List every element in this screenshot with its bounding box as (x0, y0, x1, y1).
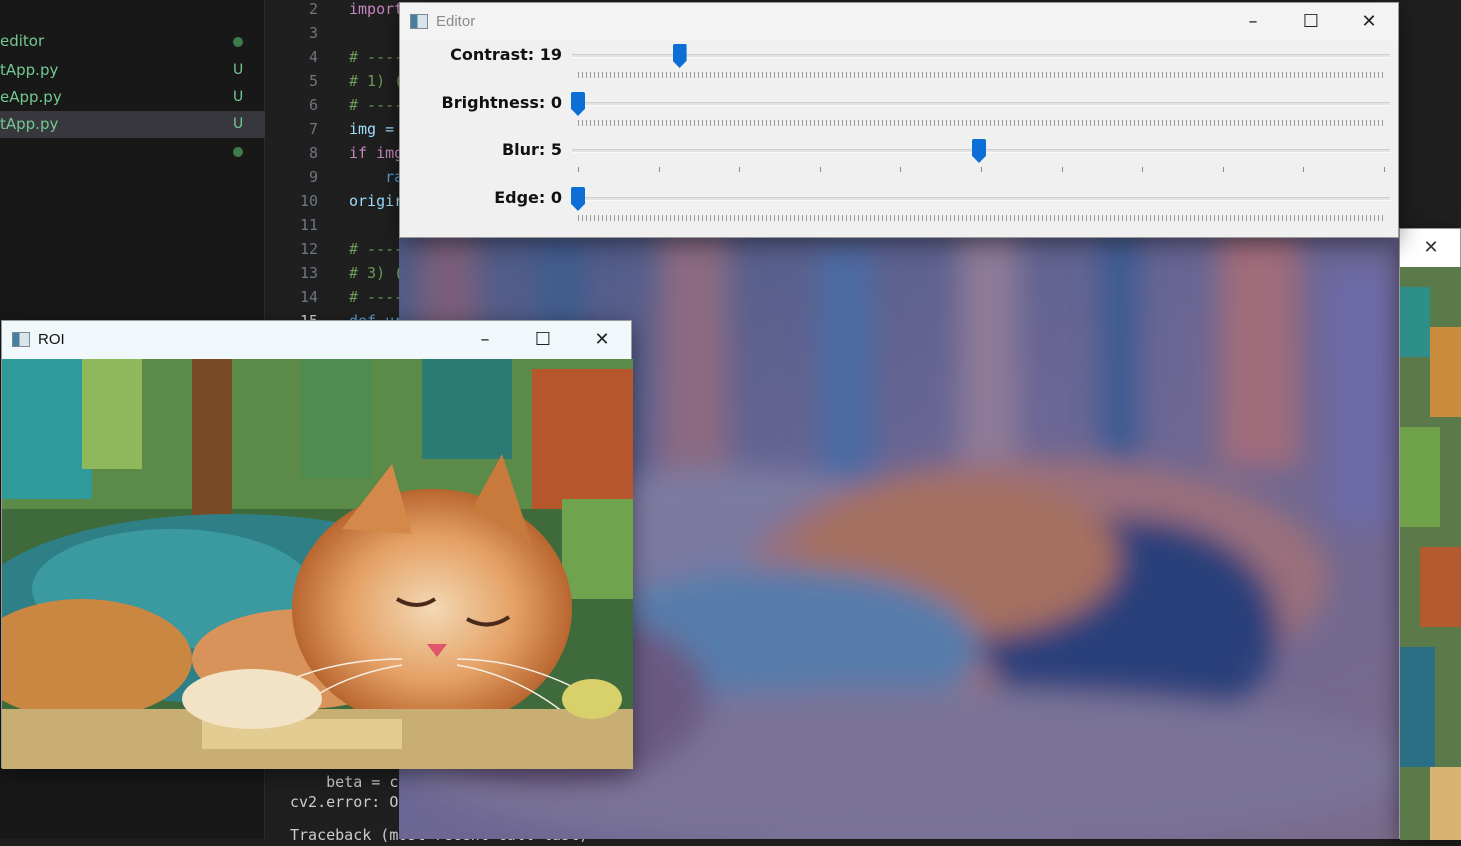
line-number: 13 (299, 264, 318, 282)
line-number: 12 (299, 240, 318, 258)
line-number: 14 (299, 288, 318, 306)
explorer-file-item[interactable]: tApp.py U (0, 57, 265, 84)
minimize-icon: – (480, 329, 490, 350)
minimize-button[interactable]: – (456, 321, 514, 359)
editor-window[interactable]: Editor – ☐ ✕ Contrast: 19 Brightness: 0 Bl… (399, 2, 1399, 238)
trackbar-thumb[interactable] (571, 92, 585, 116)
maximize-button[interactable]: ☐ (514, 321, 572, 359)
title-bar[interactable]: Editor – ☐ ✕ (400, 3, 1398, 41)
tick-mark (1384, 167, 1385, 172)
git-status-badge: U (233, 116, 244, 132)
code-line[interactable]: # ---- (349, 285, 403, 309)
tick-mark (1303, 167, 1305, 172)
code-line[interactable]: origir (349, 189, 403, 213)
file-name: tApp.py (0, 61, 59, 79)
line-number: 10 (299, 192, 318, 210)
roi-image (2, 359, 633, 769)
code-line[interactable]: # ---- (349, 45, 403, 69)
tick-mark (981, 167, 982, 172)
code-line[interactable]: if img (349, 141, 403, 165)
trackbar-row: Edge: 0 (400, 186, 1400, 234)
status-dot-icon (233, 37, 243, 47)
line-number: 6 (308, 96, 318, 114)
code-line[interactable]: img = (349, 117, 394, 141)
trackbar-row: Contrast: 19 (400, 43, 1400, 91)
side-window-image (1400, 267, 1461, 840)
trackbar-thumb[interactable] (672, 44, 687, 68)
title-bar[interactable]: ROI – ☐ ✕ (2, 321, 631, 359)
tick-mark (739, 167, 741, 172)
maximize-icon: ☐ (534, 329, 552, 350)
file-name: editor (0, 32, 45, 50)
code-line[interactable]: # ---- (349, 93, 403, 117)
code-line[interactable]: # ---- (349, 237, 403, 261)
trackbar-label: Contrast: 19 (450, 45, 562, 64)
line-number: 5 (308, 72, 318, 90)
close-button[interactable]: ✕ (1340, 3, 1398, 41)
line-number: 2 (308, 0, 318, 18)
close-icon: ✕ (1361, 11, 1377, 32)
line-number: 3 (308, 24, 318, 42)
code-line[interactable]: # 3) ( (349, 261, 403, 285)
trackbar-label: Blur: 5 (501, 140, 562, 159)
trackbar-ticks (578, 167, 1385, 173)
tick-mark (1142, 167, 1144, 172)
status-dot-icon (233, 147, 243, 157)
app-icon (12, 332, 30, 347)
explorer-file-item[interactable]: editor (0, 28, 265, 55)
trackbar-row: Blur: 5 (400, 138, 1400, 186)
trackbar-track[interactable] (572, 54, 1390, 58)
file-name: tApp.py (0, 115, 59, 133)
tick-mark (1222, 167, 1224, 172)
git-status-badge: U (233, 62, 244, 78)
close-button[interactable]: ✕ (573, 321, 631, 359)
code-line[interactable]: # 1) ( (349, 69, 403, 93)
trackbar-ticks (578, 120, 1384, 126)
tick-mark (900, 167, 902, 172)
tick-mark (819, 167, 821, 172)
trackbar-ticks (578, 215, 1384, 221)
trackbar-label: Edge: 0 (494, 188, 562, 207)
explorer-file-item-selected[interactable]: tApp.py U (0, 111, 265, 138)
side-window: ✕ (1399, 228, 1461, 840)
terminal-line: beta = cv2 (290, 773, 417, 791)
trackbar-track[interactable] (572, 102, 1390, 106)
trackbar-ticks (578, 72, 1384, 78)
line-number: 9 (308, 168, 318, 186)
maximize-button[interactable]: ☐ (1282, 3, 1340, 41)
minimize-button[interactable]: – (1224, 3, 1282, 41)
close-icon: ✕ (594, 329, 610, 350)
maximize-icon: ☐ (1302, 11, 1320, 32)
trackbar-track[interactable] (572, 197, 1390, 201)
explorer-file-item[interactable] (0, 138, 265, 165)
trackbar-thumb[interactable] (972, 139, 986, 163)
roi-window[interactable]: ROI – ☐ ✕ (1, 320, 633, 769)
code-line[interactable]: import (349, 0, 403, 21)
close-icon: ✕ (1423, 237, 1439, 258)
trackbar-row: Brightness: 0 (400, 91, 1400, 139)
close-button[interactable]: ✕ (1400, 229, 1461, 267)
explorer-file-item[interactable]: eApp.py U (0, 84, 265, 111)
code-line[interactable]: ra (349, 165, 403, 189)
terminal-line: cv2.error: Ope (290, 793, 417, 811)
line-number: 4 (308, 48, 318, 66)
window-title: Editor (436, 13, 476, 30)
trackbar-label: Brightness: 0 (441, 93, 562, 112)
tick-mark (658, 167, 660, 172)
app-icon (410, 14, 428, 29)
trackbar-thumb[interactable] (571, 187, 585, 211)
line-number: 8 (308, 144, 318, 162)
git-status-badge: U (233, 89, 244, 105)
line-number: 7 (308, 120, 318, 138)
minimize-icon: – (1248, 11, 1258, 32)
line-number: 11 (299, 216, 318, 234)
tick-mark (1061, 167, 1063, 172)
file-name: eApp.py (0, 88, 62, 106)
window-title: ROI (38, 331, 65, 348)
tick-mark (578, 167, 579, 172)
